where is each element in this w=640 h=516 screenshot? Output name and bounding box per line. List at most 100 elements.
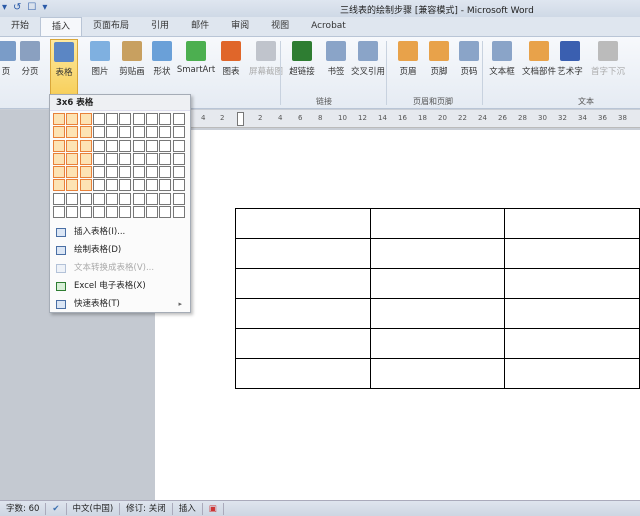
grid-cell[interactable] — [92, 192, 105, 205]
grid-cell[interactable] — [132, 126, 145, 139]
grid-cell[interactable] — [66, 113, 79, 125]
menu-item-draw-table[interactable]: 绘制表格(D) — [50, 242, 190, 259]
document-table[interactable] — [235, 208, 640, 389]
grid-cell[interactable] — [132, 206, 145, 219]
table-cell[interactable] — [235, 238, 371, 269]
table-cell[interactable] — [369, 298, 506, 329]
grid-cell[interactable] — [172, 113, 185, 125]
grid-cell[interactable] — [92, 152, 105, 165]
grid-cell[interactable] — [106, 113, 119, 125]
table-cell[interactable] — [504, 358, 640, 389]
undo-icon[interactable]: ↺ — [13, 2, 21, 13]
grid-cell[interactable] — [92, 166, 105, 179]
indent-marker[interactable] — [237, 112, 244, 126]
smartart-button[interactable]: SmartArt — [176, 39, 216, 93]
grid-cell[interactable] — [92, 113, 105, 125]
grid-cell[interactable] — [79, 139, 92, 152]
grid-cell[interactable] — [66, 206, 79, 219]
page-break-button[interactable]: 分页 — [16, 39, 44, 93]
qat-item[interactable]: ▾ — [2, 2, 7, 13]
table-cell[interactable] — [235, 298, 371, 329]
grid-cell[interactable] — [159, 152, 172, 165]
grid-cell[interactable] — [79, 126, 92, 139]
grid-cell[interactable] — [132, 192, 145, 205]
grid-cell[interactable] — [172, 192, 185, 205]
table-cell[interactable] — [369, 208, 506, 239]
grid-cell[interactable] — [159, 113, 172, 125]
word-count[interactable]: 字数: 60 — [0, 502, 47, 515]
spell-check-icon[interactable]: ✔ — [46, 502, 67, 515]
grid-cell[interactable] — [146, 152, 159, 165]
grid-cell[interactable] — [79, 192, 92, 205]
grid-cell[interactable] — [106, 166, 119, 179]
grid-cell[interactable] — [53, 206, 65, 219]
table-cell[interactable] — [369, 358, 506, 389]
grid-cell[interactable] — [159, 179, 172, 192]
bookmark-button[interactable]: 书签 — [322, 39, 350, 93]
grid-cell[interactable] — [79, 113, 92, 125]
tab-6[interactable]: 视图 — [260, 17, 300, 36]
grid-cell[interactable] — [146, 126, 159, 139]
grid-cell[interactable] — [106, 139, 119, 152]
table-cell[interactable] — [504, 208, 640, 239]
table-cell[interactable] — [504, 328, 640, 359]
drop-cap-button[interactable]: 首字下沉 — [588, 39, 628, 93]
tab-0[interactable]: 开始 — [0, 17, 40, 36]
grid-cell[interactable] — [146, 139, 159, 152]
table-cell[interactable] — [369, 328, 506, 359]
language-status[interactable]: 中文(中国) — [67, 502, 121, 515]
grid-cell[interactable] — [172, 179, 185, 192]
qat-item[interactable]: ☐ — [27, 2, 36, 13]
grid-cell[interactable] — [106, 179, 119, 192]
macro-record-icon[interactable]: ▣ — [203, 502, 224, 515]
clipart-button[interactable]: 剪贴画 — [118, 39, 146, 93]
table-cell[interactable] — [369, 268, 506, 299]
shapes-button[interactable]: 形状 — [148, 39, 176, 93]
grid-cell[interactable] — [119, 179, 132, 192]
grid-cell[interactable] — [119, 206, 132, 219]
table-cell[interactable] — [235, 268, 371, 299]
grid-cell[interactable] — [92, 126, 105, 139]
grid-cell[interactable] — [119, 166, 132, 179]
grid-cell[interactable] — [146, 179, 159, 192]
grid-cell[interactable] — [92, 179, 105, 192]
grid-cell[interactable] — [172, 139, 185, 152]
grid-cell[interactable] — [79, 206, 92, 219]
grid-cell[interactable] — [106, 152, 119, 165]
grid-cell[interactable] — [106, 192, 119, 205]
grid-cell[interactable] — [66, 126, 79, 139]
table-cell[interactable] — [504, 298, 640, 329]
grid-cell[interactable] — [132, 166, 145, 179]
grid-cell[interactable] — [119, 192, 132, 205]
menu-item-quick-tables[interactable]: 快速表格(T) ▸ — [50, 296, 190, 313]
quick-parts-button[interactable]: 文档部件 — [519, 39, 559, 93]
table-size-grid[interactable] — [53, 113, 186, 219]
grid-cell[interactable] — [53, 179, 65, 192]
textbox-button[interactable]: 文本框 — [488, 39, 516, 93]
grid-cell[interactable] — [53, 192, 65, 205]
grid-cell[interactable] — [132, 152, 145, 165]
chart-button[interactable]: 图表 — [217, 39, 245, 93]
tab-7[interactable]: Acrobat — [300, 17, 357, 36]
grid-cell[interactable] — [119, 113, 132, 125]
insert-mode-status[interactable]: 插入 — [173, 502, 203, 515]
wordart-button[interactable]: 艺术字 — [556, 39, 584, 93]
grid-cell[interactable] — [66, 192, 79, 205]
grid-cell[interactable] — [172, 206, 185, 219]
table-cell[interactable] — [235, 358, 371, 389]
grid-cell[interactable] — [119, 139, 132, 152]
picture-button[interactable]: 图片 — [86, 39, 114, 93]
grid-cell[interactable] — [172, 152, 185, 165]
tab-2[interactable]: 页面布局 — [82, 17, 140, 36]
table-cell[interactable] — [369, 238, 506, 269]
tab-3[interactable]: 引用 — [140, 17, 180, 36]
grid-cell[interactable] — [172, 166, 185, 179]
grid-cell[interactable] — [79, 179, 92, 192]
grid-cell[interactable] — [132, 113, 145, 125]
table-button[interactable]: 表格 — [50, 39, 78, 97]
grid-cell[interactable] — [79, 166, 92, 179]
grid-cell[interactable] — [146, 113, 159, 125]
grid-cell[interactable] — [146, 206, 159, 219]
table-cell[interactable] — [504, 238, 640, 269]
grid-cell[interactable] — [92, 206, 105, 219]
